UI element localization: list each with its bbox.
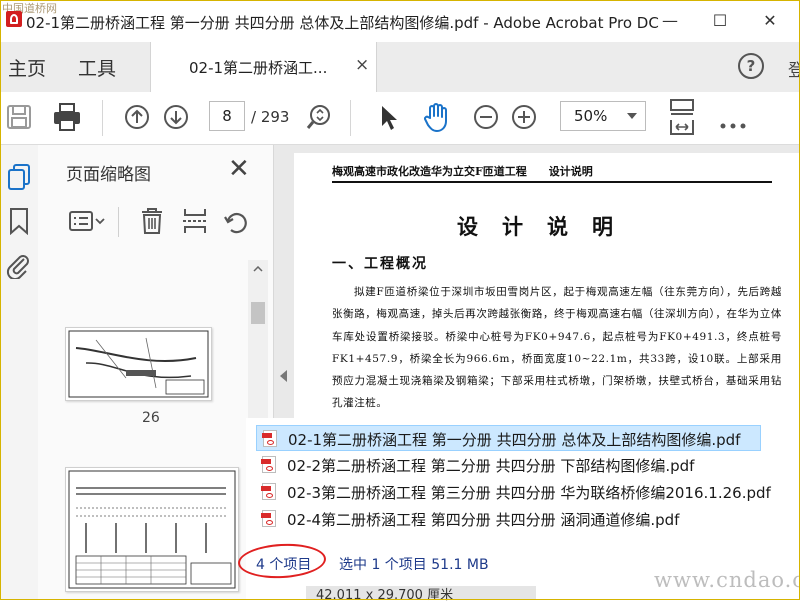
file-item[interactable]: 02-4第二册桥涵工程 第四分册 共四分册 涵洞通道修编.pdf bbox=[256, 506, 761, 532]
close-tab-icon[interactable]: × bbox=[355, 55, 369, 75]
site-watermark: www.cndao.com bbox=[654, 568, 800, 592]
thumbnails-title: 页面缩略图 bbox=[66, 165, 151, 185]
section-heading: 一、工程概况 bbox=[332, 256, 428, 272]
tab-tools[interactable]: 工具 bbox=[78, 54, 116, 81]
attachment-icon[interactable] bbox=[6, 251, 30, 283]
toolbar bbox=[0, 92, 800, 145]
hand-tool-icon[interactable] bbox=[421, 101, 453, 137]
window-title: 02-1第二册桥涵工程 第一分册 共四分册 总体及上部结构图修编.pdf - A… bbox=[26, 14, 659, 32]
total-pages: / 293 bbox=[251, 108, 290, 126]
help-icon[interactable]: ? bbox=[738, 53, 764, 79]
highlight-circle-annotation bbox=[237, 541, 327, 581]
scrollbar-thumb[interactable] bbox=[251, 302, 265, 324]
rotate-page-icon[interactable] bbox=[223, 207, 251, 239]
file-item[interactable]: 02-1第二册桥涵工程 第一分册 共四分册 总体及上部结构图修编.pdf bbox=[256, 425, 761, 451]
close-window-button[interactable]: ✕ bbox=[750, 6, 790, 36]
page-thumbnail[interactable] bbox=[65, 327, 212, 401]
title-bar: 中国道桥网 02-1第二册桥涵工程 第一分册 共四分册 总体及上部结构图修编.p… bbox=[0, 0, 800, 42]
zoom-dropdown[interactable]: 50% bbox=[560, 101, 646, 131]
delete-page-icon[interactable] bbox=[140, 207, 164, 239]
page-size-bar: 42.011 x 29.700 厘米 bbox=[306, 586, 536, 603]
pdf-file-icon bbox=[261, 483, 276, 500]
acrobat-icon bbox=[6, 11, 22, 27]
print-icon[interactable] bbox=[52, 102, 82, 136]
pdf-file-icon bbox=[262, 430, 277, 447]
sign-in-button[interactable]: 登 bbox=[788, 56, 800, 81]
panel-divider bbox=[118, 207, 119, 237]
zoom-out-icon[interactable] bbox=[473, 104, 499, 134]
thumbnails-panel: 页面缩略图 ✕ 26 bbox=[38, 145, 274, 600]
navigation-rail bbox=[0, 145, 39, 600]
scroll-up-icon[interactable] bbox=[253, 266, 263, 272]
page-thumbnail[interactable] bbox=[65, 467, 239, 592]
file-name: 02-4第二册桥涵工程 第四分册 共四分册 涵洞通道修编.pdf bbox=[287, 511, 680, 529]
selection-info: 选中 1 个项目 51.1 MB bbox=[339, 557, 489, 573]
document-tab-label: 02-1第二册桥涵工... bbox=[189, 59, 328, 77]
file-name: 02-3第二册桥涵工程 第三分册 共四分册 华为联络桥修编2016.1.26.p… bbox=[287, 484, 771, 502]
maximize-button[interactable]: ☐ bbox=[700, 6, 740, 36]
body-paragraph: 拟建F匝道桥梁位于深圳市坂田雪岗片区，起于梅观高速左幅（往东莞方向），先后跨越张… bbox=[332, 286, 782, 410]
extract-page-icon[interactable] bbox=[181, 207, 209, 239]
tab-document[interactable]: 02-1第二册桥涵工... × bbox=[150, 42, 377, 92]
close-panel-icon[interactable]: ✕ bbox=[228, 155, 250, 183]
zoom-value: 50% bbox=[574, 107, 608, 125]
save-icon[interactable] bbox=[6, 104, 32, 134]
options-menu-icon[interactable] bbox=[68, 209, 108, 239]
collapse-panel-icon[interactable] bbox=[280, 370, 287, 382]
page-thumbnails-icon[interactable] bbox=[6, 163, 32, 195]
current-page-input[interactable]: 8 bbox=[209, 101, 245, 131]
chevron-down-icon bbox=[627, 113, 637, 119]
fit-page-icon[interactable] bbox=[668, 98, 696, 142]
select-cursor-icon[interactable] bbox=[379, 104, 399, 136]
bookmark-icon[interactable] bbox=[9, 207, 29, 239]
pdf-file-icon bbox=[261, 510, 276, 527]
file-item[interactable]: 02-3第二册桥涵工程 第三分册 共四分册 华为联络桥修编2016.1.26.p… bbox=[256, 479, 771, 505]
zoom-search-icon[interactable] bbox=[305, 103, 333, 135]
document-title: 设计说明 bbox=[457, 214, 637, 239]
zoom-in-icon[interactable] bbox=[511, 104, 537, 134]
file-item[interactable]: 02-2第二册桥涵工程 第二分册 共四分册 下部结构图修编.pdf bbox=[256, 452, 761, 478]
page-header: 梅观高速市政化改造华为立交F匝道工程 设计说明 bbox=[332, 163, 772, 183]
tab-bar: 主页 工具 02-1第二册桥涵工... × ? 登 bbox=[0, 42, 800, 93]
previous-page-icon[interactable] bbox=[124, 104, 150, 134]
more-options-icon[interactable] bbox=[720, 114, 746, 133]
thumbnail-page-label: 26 bbox=[142, 410, 160, 426]
file-name: 02-1第二册桥涵工程 第一分册 共四分册 总体及上部结构图修编.pdf bbox=[288, 431, 741, 449]
toolbar-divider bbox=[102, 100, 103, 136]
minimize-button[interactable]: — bbox=[650, 6, 690, 36]
file-name: 02-2第二册桥涵工程 第二分册 共四分册 下部结构图修编.pdf bbox=[287, 457, 695, 475]
toolbar-divider bbox=[350, 100, 351, 136]
next-page-icon[interactable] bbox=[163, 104, 189, 134]
pdf-file-icon bbox=[261, 456, 276, 473]
page-size-label: 42.011 x 29.700 厘米 bbox=[316, 588, 454, 603]
tab-home[interactable]: 主页 bbox=[8, 54, 46, 81]
